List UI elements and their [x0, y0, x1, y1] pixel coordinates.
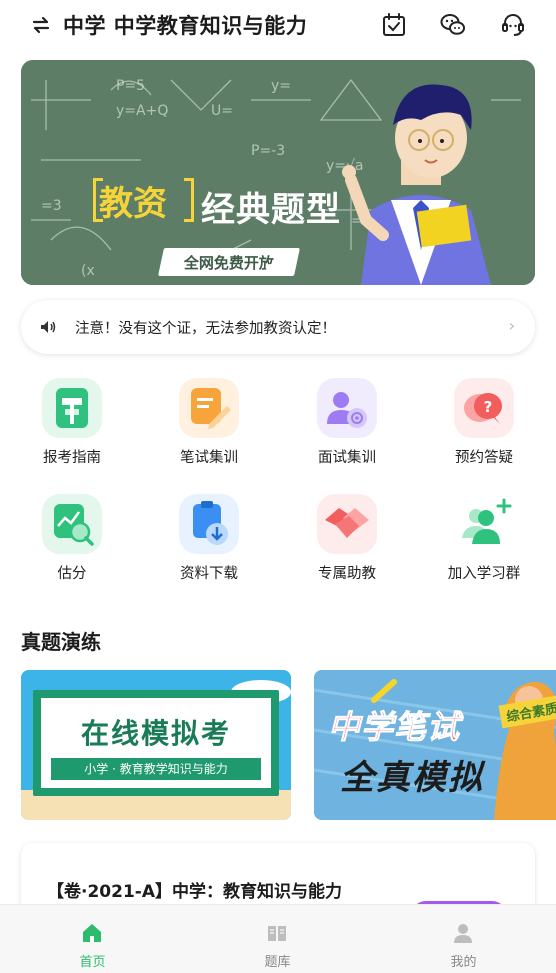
swap-icon[interactable] — [30, 14, 52, 36]
tab-label: 题库 — [264, 955, 291, 970]
svg-text:P=5: P=5 — [116, 78, 145, 94]
menu-item-join-group[interactable]: 加入学习群 — [429, 494, 539, 604]
exam-subject-title[interactable]: 中学 中学教育知识与能力 — [63, 10, 307, 40]
tab-label: 我的 — [450, 955, 477, 970]
handshake-icon — [317, 494, 377, 554]
menu-item-interview-training[interactable]: 面试集训 — [292, 378, 402, 488]
card-title-line1: 中学笔试 — [327, 708, 461, 747]
bracket-right — [184, 178, 194, 222]
menu-item-written-training[interactable]: 笔试集训 — [154, 378, 264, 488]
card-title-line2: 全真模拟 — [340, 758, 484, 798]
card-inner: 在线模拟考 小学 · 教育教学知识与能力 — [41, 698, 271, 788]
menu-label: 报考指南 — [43, 450, 101, 466]
clipboard-download-icon — [179, 494, 239, 554]
card-title: 在线模拟考 — [80, 717, 231, 750]
notepad-pencil-icon — [179, 378, 239, 438]
svg-text:y=: y= — [271, 78, 291, 94]
chart-magnifier-icon — [42, 494, 102, 554]
tab-label: 首页 — [79, 955, 106, 970]
top-header: 中学 中学教育知识与能力 — [0, 0, 556, 52]
banner-dot[interactable] — [280, 264, 288, 272]
paper-title: 【卷·2021-A】中学：教育知识与能力 — [47, 882, 342, 902]
user-target-icon — [317, 378, 377, 438]
speaker-icon — [39, 318, 57, 336]
section-title: 真题演练 — [21, 630, 101, 654]
notice-text: 注意！没有这个证，无法参加教资认定！ — [75, 321, 336, 337]
simulation-card[interactable]: 综合素质 中学笔试 全真模拟 — [314, 670, 556, 820]
promo-banner[interactable]: P=5 y=A+Q U= y= =3 (x P=-3 y=√a =A+A — [21, 60, 535, 285]
home-icon — [83, 924, 101, 942]
menu-item-score-estimate[interactable]: 估分 — [17, 494, 127, 604]
calendar-check-icon[interactable] — [381, 12, 407, 38]
signpost-icon — [42, 378, 102, 438]
svg-text:P=-3: P=-3 — [251, 143, 285, 159]
tab-home[interactable]: 首页 — [0, 905, 185, 973]
question-bubble-icon: ? — [454, 378, 514, 438]
banner-tag: 教资 — [99, 184, 167, 224]
bottom-tab-bar: 首页 题库 我的 — [0, 904, 556, 973]
menu-label: 笔试集训 — [180, 450, 238, 466]
svg-text:y=A+Q: y=A+Q — [116, 103, 168, 119]
card-subtitle: 小学 · 教育教学知识与能力 — [51, 758, 261, 780]
menu-item-assistant[interactable]: 专属助教 — [292, 494, 402, 604]
menu-item-appointment-qa[interactable]: ? 预约答疑 — [429, 378, 539, 488]
menu-label: 面试集训 — [318, 450, 376, 466]
wechat-icon[interactable] — [440, 12, 466, 38]
tab-profile[interactable]: 我的 — [371, 905, 556, 973]
chevron-right-icon: › — [508, 316, 515, 335]
svg-text:(x: (x — [81, 263, 95, 279]
menu-label: 预约答疑 — [455, 450, 513, 466]
add-group-icon — [454, 494, 514, 554]
menu-label: 估分 — [57, 566, 87, 582]
user-icon — [454, 924, 472, 943]
menu-label: 资料下载 — [180, 566, 238, 582]
svg-text:=3: =3 — [41, 198, 62, 214]
banner-dot-active[interactable] — [266, 264, 274, 272]
customer-service-icon[interactable] — [500, 12, 526, 38]
menu-label: 加入学习群 — [447, 566, 521, 582]
card-frame: 在线模拟考 小学 · 教育教学知识与能力 — [33, 690, 279, 796]
banner-title: 经典题型 — [201, 190, 341, 230]
banner-ribbon-label: 全网免费开放 — [183, 253, 274, 272]
mock-exam-card[interactable]: 在线模拟考 小学 · 教育教学知识与能力 — [21, 670, 291, 820]
svg-text:U=: U= — [211, 103, 233, 119]
menu-item-materials-download[interactable]: 资料下载 — [154, 494, 264, 604]
notice-bar[interactable]: 注意！没有这个证，无法参加教资认定！ › — [21, 300, 535, 354]
tab-question-bank[interactable]: 题库 — [185, 905, 370, 973]
svg-text:?: ? — [484, 398, 493, 416]
menu-label: 专属助教 — [318, 566, 376, 582]
menu-item-exam-guide[interactable]: 报考指南 — [17, 378, 127, 488]
book-icon — [268, 926, 286, 941]
banner-pagination[interactable] — [266, 264, 288, 272]
